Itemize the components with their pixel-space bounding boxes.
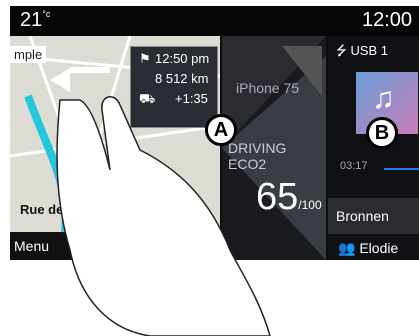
callout-b: B [366,117,398,149]
hand-illustration [50,67,271,336]
callout-a: A [205,114,237,146]
